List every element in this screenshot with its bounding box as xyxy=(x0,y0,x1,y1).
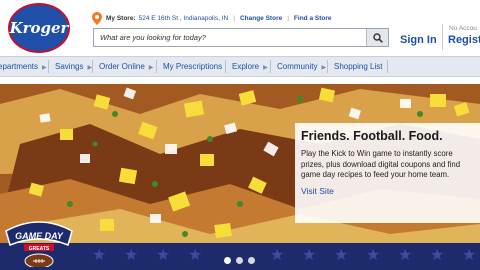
star-icon: ★ xyxy=(462,247,477,264)
store-address-link[interactable]: 524 E 16th St , Indianapolis, IN xyxy=(139,15,229,22)
no-account-text: No Accou xyxy=(449,25,477,32)
star-icon: ★ xyxy=(270,247,285,264)
star-icon: ★ xyxy=(156,247,171,264)
nav-label: Community xyxy=(277,62,318,71)
star-icon: ★ xyxy=(124,247,139,264)
chevron-right-icon: ▶ xyxy=(42,65,47,71)
search-bar xyxy=(93,28,389,47)
search-input[interactable] xyxy=(94,29,376,46)
nav-divider xyxy=(48,60,49,73)
nav-order-online[interactable]: Order Online ▶ xyxy=(99,57,153,76)
promo-title: Friends. Football. Food. xyxy=(301,129,443,143)
nav-divider xyxy=(156,60,157,73)
search-icon xyxy=(372,32,383,43)
star-icon: ★ xyxy=(188,247,203,264)
nav-divider xyxy=(327,60,328,73)
carousel-dot-3[interactable] xyxy=(248,257,255,264)
divider: | xyxy=(233,15,235,22)
find-store-link[interactable]: Find a Store xyxy=(294,15,332,22)
location-pin-icon xyxy=(92,12,102,25)
carousel-dots xyxy=(224,257,255,264)
nav-divider xyxy=(92,60,93,73)
logo-text: Kroger xyxy=(9,19,69,37)
star-icon: ★ xyxy=(430,247,445,264)
nav-divider xyxy=(225,60,226,73)
search-button[interactable] xyxy=(366,29,388,46)
carousel-dot-2[interactable] xyxy=(236,257,243,264)
header-divider xyxy=(442,24,443,50)
nav-label: My Prescriptions xyxy=(163,62,223,71)
sign-in-link[interactable]: Sign In xyxy=(400,34,437,46)
star-icon: ★ xyxy=(366,247,381,264)
nav-community[interactable]: Community ▶ xyxy=(277,57,326,76)
change-store-link[interactable]: Change Store xyxy=(240,15,282,22)
divider: | xyxy=(287,15,289,22)
nav-shopping-list[interactable]: Shopping List xyxy=(334,57,382,76)
nav-departments[interactable]: epartments ▶ xyxy=(0,57,47,76)
nav-label: Order Online xyxy=(99,62,145,71)
site-header: Kroger My Store: 524 E 16th St , Indiana… xyxy=(0,0,480,56)
star-icon: ★ xyxy=(92,247,107,264)
kroger-logo[interactable]: Kroger xyxy=(8,3,70,53)
nav-my-prescriptions[interactable]: My Prescriptions xyxy=(163,57,222,76)
nav-savings[interactable]: Savings ▶ xyxy=(55,57,92,76)
promo-card: Friends. Football. Food. Play the Kick t… xyxy=(295,123,480,223)
badge-subtitle: GREATS xyxy=(29,246,50,252)
badge-title: GAME DAY xyxy=(15,231,64,241)
chevron-right-icon: ▶ xyxy=(321,65,327,71)
star-icon: ★ xyxy=(302,247,317,264)
chevron-right-icon: ▶ xyxy=(148,65,154,71)
nav-label: epartments xyxy=(0,62,39,71)
game-day-greats-badge: GAME DAY GREATS xyxy=(5,221,73,267)
carousel-dot-1[interactable] xyxy=(224,257,231,264)
star-icon: ★ xyxy=(398,247,413,264)
nav-label: Shopping List xyxy=(334,62,383,71)
nav-label: Savings xyxy=(55,62,84,71)
nav-explore[interactable]: Explore ▶ xyxy=(232,57,268,76)
register-link[interactable]: Registe xyxy=(448,34,480,46)
nav-divider xyxy=(270,60,271,73)
main-nav: epartments ▶ Savings ▶ Order Online ▶ My Pr… xyxy=(0,56,480,77)
nav-divider xyxy=(387,60,388,73)
chevron-right-icon: ▶ xyxy=(263,65,268,71)
visit-site-link[interactable]: Visit Site xyxy=(301,186,474,196)
star-icon: ★ xyxy=(334,247,349,264)
nav-label: Explore xyxy=(232,62,260,71)
my-store-line: My Store: 524 E 16th St , Indianapolis, … xyxy=(92,12,331,25)
my-store-label: My Store: xyxy=(106,15,136,22)
promo-body: Play the Kick to Win game to instantly s… xyxy=(301,149,461,179)
